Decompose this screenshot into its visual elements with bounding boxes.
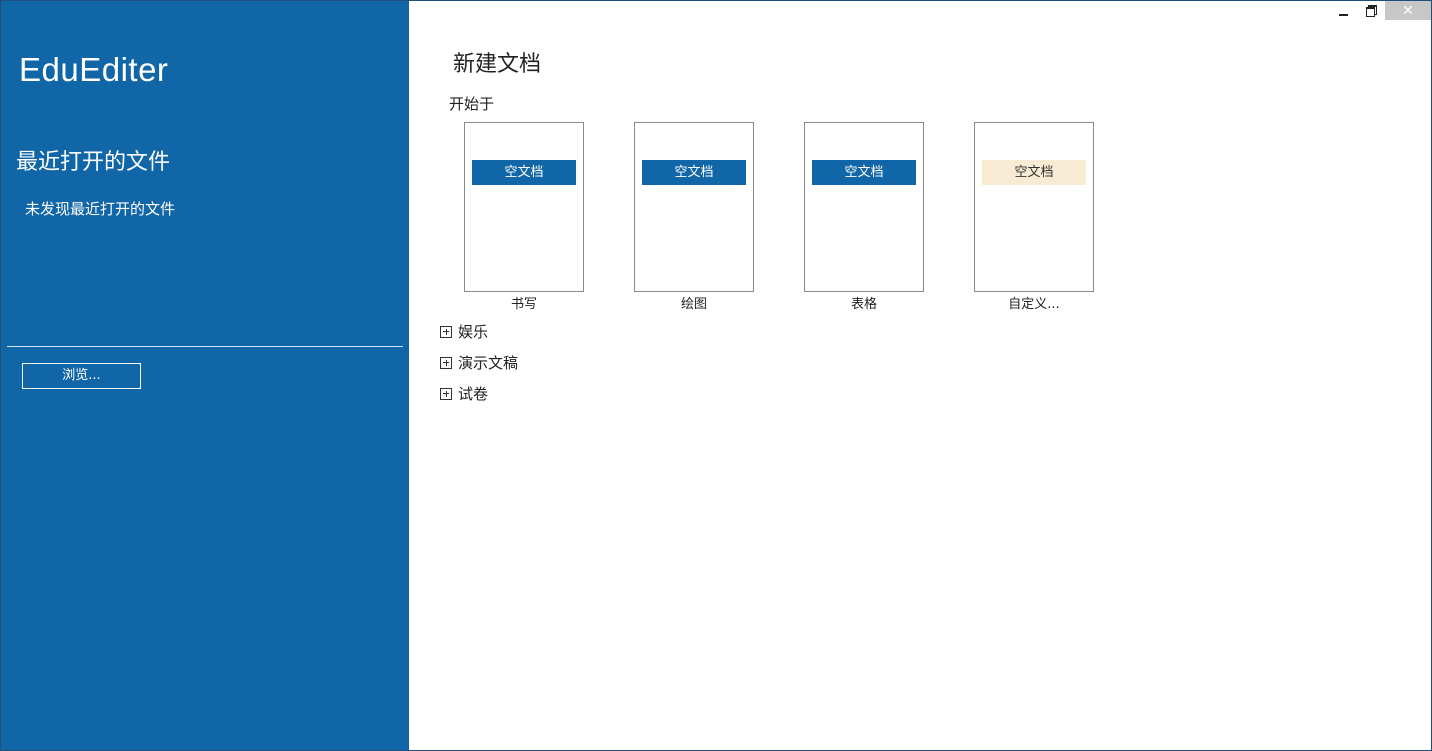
window-controls: ✕ [1329,1,1431,21]
template-label-table: 表格 [850,297,877,312]
start-from-label: 开始于 [449,95,495,113]
expand-plus-icon[interactable] [440,325,452,338]
browse-button[interactable]: 浏览... [22,363,141,389]
app-window: EduEditer 最近打开的文件 未发现最近打开的文件 浏览... ✕ 新建文… [0,0,1432,751]
sidebar: EduEditer 最近打开的文件 未发现最近打开的文件 浏览... [1,1,409,750]
sidebar-divider [7,346,403,347]
recent-files-heading: 最近打开的文件 [16,150,171,175]
template-card-writing[interactable]: 空文档 [464,122,584,292]
expand-plus-icon[interactable] [440,387,452,400]
template-card-drawing[interactable]: 空文档 [634,122,754,292]
restore-icon [1365,5,1377,17]
template-label-drawing: 绘图 [680,297,707,312]
template-badge: 空文档 [642,160,746,185]
template-badge: 空文档 [472,160,576,185]
minimize-button[interactable] [1329,1,1357,20]
expand-plus-icon[interactable] [440,356,452,369]
group-label: 演示文稿 [458,354,519,372]
group-exam[interactable]: 试卷 [440,383,488,404]
recent-files-empty-text: 未发现最近打开的文件 [25,200,176,218]
group-label: 娱乐 [458,323,489,341]
template-badge: 空文档 [812,160,916,185]
template-label-writing: 书写 [510,297,537,312]
group-label: 试卷 [458,385,489,403]
template-card-table[interactable]: 空文档 [804,122,924,292]
group-entertainment[interactable]: 娱乐 [440,321,488,342]
app-title: EduEditer [19,51,169,88]
template-card-custom[interactable]: 空文档 [974,122,1094,292]
template-label-custom: 自定义... [1008,297,1060,312]
group-presentation[interactable]: 演示文稿 [440,352,518,373]
restore-button[interactable] [1357,1,1385,20]
template-badge: 空文档 [982,160,1086,185]
close-button[interactable]: ✕ [1385,1,1431,20]
minimize-icon [1338,13,1348,16]
close-icon: ✕ [1402,2,1414,19]
page-title: 新建文档 [453,52,542,77]
